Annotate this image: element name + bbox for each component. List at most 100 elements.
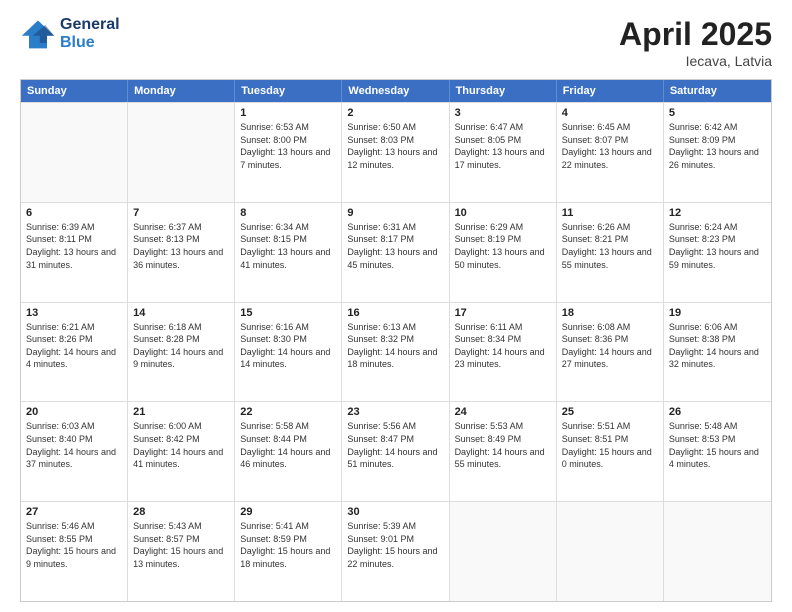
cal-row-2: 13 Sunrise: 6:21 AM Sunset: 8:26 PM Dayli… [21,302,771,402]
day-info: Sunrise: 6:45 AM Sunset: 8:07 PM Dayligh… [562,121,658,171]
day-number: 3 [455,107,551,119]
cal-cell-empty-4-4 [450,502,557,601]
day-number: 15 [240,307,336,319]
day-info: Sunrise: 6:00 AM Sunset: 8:42 PM Dayligh… [133,420,229,470]
day-info: Sunrise: 6:16 AM Sunset: 8:30 PM Dayligh… [240,321,336,371]
cal-cell-2: 2Sunrise: 6:50 AM Sunset: 8:03 PM Daylig… [342,103,449,202]
day-info: Sunrise: 5:43 AM Sunset: 8:57 PM Dayligh… [133,520,229,570]
day-info: Sunrise: 5:39 AM Sunset: 9:01 PM Dayligh… [347,520,443,570]
day-info: Sunrise: 5:51 AM Sunset: 8:51 PM Dayligh… [562,420,658,470]
day-number: 6 [26,207,122,219]
cal-header-cell-saturday: Saturday [664,80,771,102]
cal-cell-8: 8 Sunrise: 6:34 AM Sunset: 8:15 PM Daylig… [235,203,342,302]
cal-header-cell-thursday: Thursday [450,80,557,102]
calendar-body: 1 Sunrise: 6:53 AM Sunset: 8:00 PM Daylig… [21,102,771,601]
day-number: 14 [133,307,229,319]
day-info: Sunrise: 6:53 AM Sunset: 8:00 PM Dayligh… [240,121,336,171]
day-info: Sunrise: 6:03 AM Sunset: 8:40 PM Dayligh… [26,420,122,470]
cal-cell-empty-4-6 [664,502,771,601]
day-info: Sunrise: 5:56 AM Sunset: 8:47 PM Dayligh… [347,420,443,470]
day-info: Sunrise: 5:41 AM Sunset: 8:59 PM Dayligh… [240,520,336,570]
day-number: 1 [240,107,336,119]
cal-cell-28: 28 Sunrise: 5:43 AM Sunset: 8:57 PM Dayli… [128,502,235,601]
day-info: Sunrise: 6:18 AM Sunset: 8:28 PM Dayligh… [133,321,229,371]
day-info: Sunrise: 6:34 AM Sunset: 8:15 PM Dayligh… [240,221,336,271]
day-number: 18 [562,307,658,319]
day-info: Sunrise: 6:13 AM Sunset: 8:32 PM Dayligh… [347,321,443,371]
cal-cell-6: 6 Sunrise: 6:39 AM Sunset: 8:11 PM Daylig… [21,203,128,302]
cal-cell-30: 30 Sunrise: 5:39 AM Sunset: 9:01 PM Dayli… [342,502,449,601]
cal-cell-29: 29 Sunrise: 5:41 AM Sunset: 8:59 PM Dayli… [235,502,342,601]
cal-header-cell-monday: Monday [128,80,235,102]
day-number: 10 [455,207,551,219]
cal-header-cell-sunday: Sunday [21,80,128,102]
day-number: 30 [347,506,443,518]
day-number: 13 [26,307,122,319]
day-number: 9 [347,207,443,219]
day-number: 16 [347,307,443,319]
cal-cell-10: 10Sunrise: 6:29 AM Sunset: 8:19 PM Dayli… [450,203,557,302]
day-info: Sunrise: 6:39 AM Sunset: 8:11 PM Dayligh… [26,221,122,271]
cal-cell-20: 20Sunrise: 6:03 AM Sunset: 8:40 PM Dayli… [21,402,128,501]
day-info: Sunrise: 5:46 AM Sunset: 8:55 PM Dayligh… [26,520,122,570]
cal-cell-25: 25 Sunrise: 5:51 AM Sunset: 8:51 PM Dayli… [557,402,664,501]
cal-cell-4: 4 Sunrise: 6:45 AM Sunset: 8:07 PM Daylig… [557,103,664,202]
calendar: SundayMondayTuesdayWednesdayThursdayFrid… [20,79,772,602]
month-title: April 2025 [619,16,772,53]
day-number: 25 [562,406,658,418]
cal-row-0: 1 Sunrise: 6:53 AM Sunset: 8:00 PM Daylig… [21,102,771,202]
day-info: Sunrise: 6:26 AM Sunset: 8:21 PM Dayligh… [562,221,658,271]
day-number: 4 [562,107,658,119]
day-number: 29 [240,506,336,518]
day-number: 26 [669,406,766,418]
logo-text: General Blue [60,16,120,51]
cal-header-cell-wednesday: Wednesday [342,80,449,102]
location: Iecava, Latvia [619,53,772,69]
cal-cell-16: 16 Sunrise: 6:13 AM Sunset: 8:32 PM Dayli… [342,303,449,402]
day-info: Sunrise: 5:53 AM Sunset: 8:49 PM Dayligh… [455,420,551,470]
logo-icon [20,16,56,52]
cal-cell-9: 9Sunrise: 6:31 AM Sunset: 8:17 PM Daylig… [342,203,449,302]
page: General Blue April 2025 Iecava, Latvia S… [0,0,792,612]
day-info: Sunrise: 6:11 AM Sunset: 8:34 PM Dayligh… [455,321,551,371]
cal-cell-11: 11 Sunrise: 6:26 AM Sunset: 8:21 PM Dayli… [557,203,664,302]
cal-cell-22: 22Sunrise: 5:58 AM Sunset: 8:44 PM Dayli… [235,402,342,501]
day-info: Sunrise: 6:24 AM Sunset: 8:23 PM Dayligh… [669,221,766,271]
day-number: 27 [26,506,122,518]
cal-cell-13: 13 Sunrise: 6:21 AM Sunset: 8:26 PM Dayli… [21,303,128,402]
day-number: 28 [133,506,229,518]
day-number: 2 [347,107,443,119]
day-number: 8 [240,207,336,219]
cal-cell-18: 18 Sunrise: 6:08 AM Sunset: 8:36 PM Dayli… [557,303,664,402]
cal-header-cell-tuesday: Tuesday [235,80,342,102]
cal-cell-17: 17Sunrise: 6:11 AM Sunset: 8:34 PM Dayli… [450,303,557,402]
cal-cell-5: 5 Sunrise: 6:42 AM Sunset: 8:09 PM Daylig… [664,103,771,202]
cal-row-3: 20Sunrise: 6:03 AM Sunset: 8:40 PM Dayli… [21,401,771,501]
cal-row-4: 27 Sunrise: 5:46 AM Sunset: 8:55 PM Dayli… [21,501,771,601]
logo: General Blue [20,16,120,52]
day-info: Sunrise: 6:06 AM Sunset: 8:38 PM Dayligh… [669,321,766,371]
cal-cell-26: 26Sunrise: 5:48 AM Sunset: 8:53 PM Dayli… [664,402,771,501]
day-info: Sunrise: 6:47 AM Sunset: 8:05 PM Dayligh… [455,121,551,171]
day-info: Sunrise: 6:37 AM Sunset: 8:13 PM Dayligh… [133,221,229,271]
day-number: 21 [133,406,229,418]
day-number: 5 [669,107,766,119]
cal-cell-21: 21 Sunrise: 6:00 AM Sunset: 8:42 PM Dayli… [128,402,235,501]
day-info: Sunrise: 6:21 AM Sunset: 8:26 PM Dayligh… [26,321,122,371]
day-number: 24 [455,406,551,418]
day-info: Sunrise: 6:42 AM Sunset: 8:09 PM Dayligh… [669,121,766,171]
title-block: April 2025 Iecava, Latvia [619,16,772,69]
cal-cell-12: 12 Sunrise: 6:24 AM Sunset: 8:23 PM Dayli… [664,203,771,302]
calendar-header: SundayMondayTuesdayWednesdayThursdayFrid… [21,80,771,102]
cal-cell-empty-0-1 [128,103,235,202]
header: General Blue April 2025 Iecava, Latvia [20,16,772,69]
cal-header-cell-friday: Friday [557,80,664,102]
day-number: 12 [669,207,766,219]
day-number: 11 [562,207,658,219]
cal-cell-1: 1 Sunrise: 6:53 AM Sunset: 8:00 PM Daylig… [235,103,342,202]
cal-cell-23: 23Sunrise: 5:56 AM Sunset: 8:47 PM Dayli… [342,402,449,501]
cal-cell-7: 7Sunrise: 6:37 AM Sunset: 8:13 PM Daylig… [128,203,235,302]
day-number: 22 [240,406,336,418]
day-info: Sunrise: 6:08 AM Sunset: 8:36 PM Dayligh… [562,321,658,371]
cal-cell-14: 14 Sunrise: 6:18 AM Sunset: 8:28 PM Dayli… [128,303,235,402]
